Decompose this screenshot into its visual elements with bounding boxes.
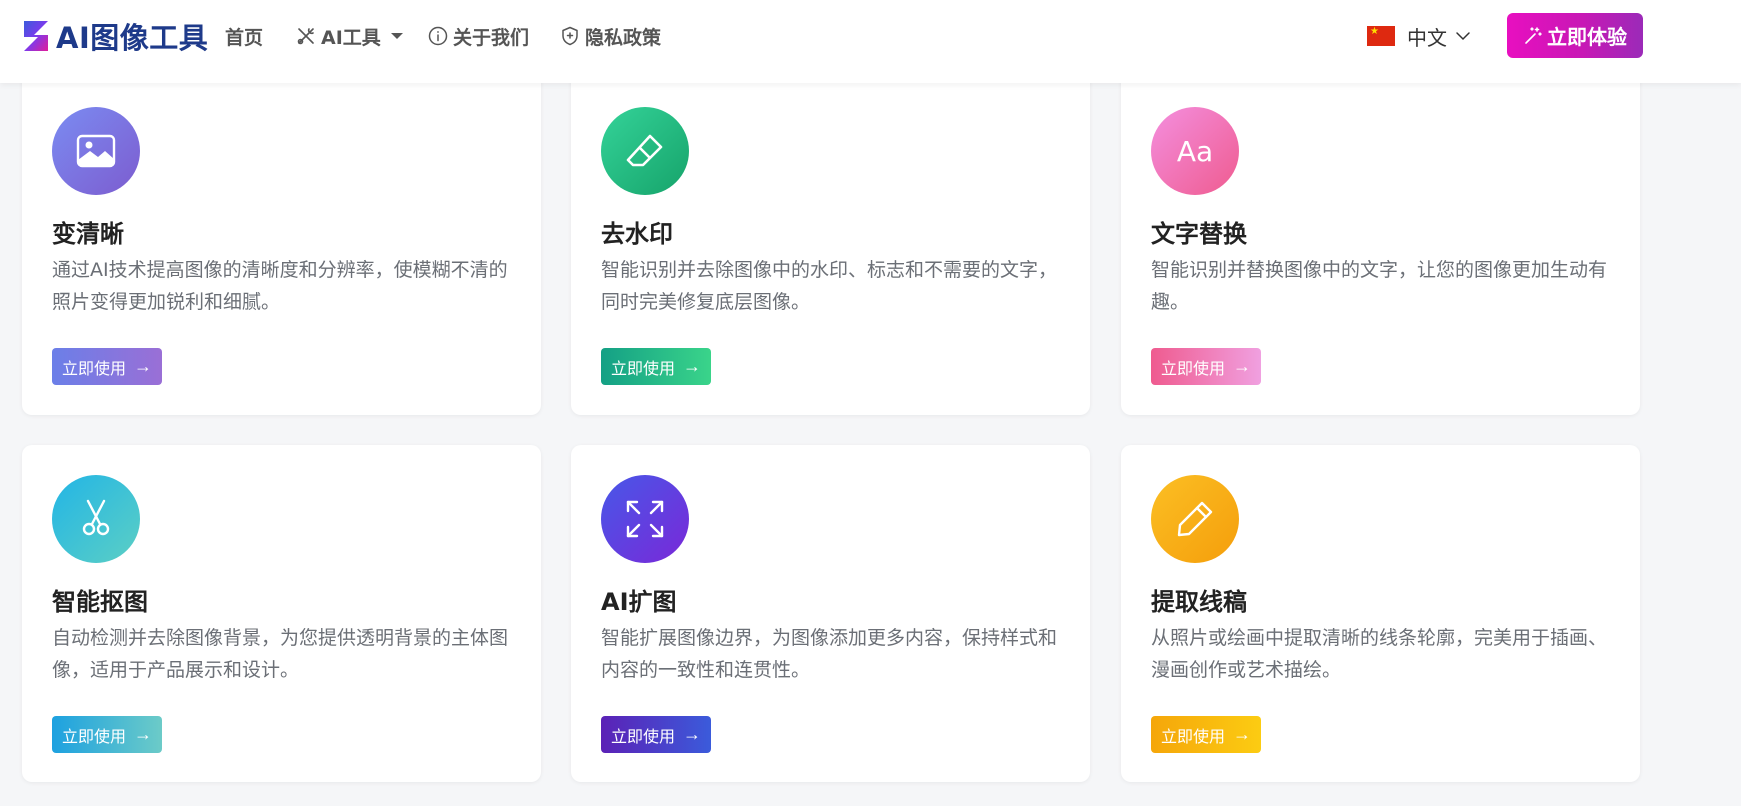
nav-privacy-policy[interactable]: 隐私政策 xyxy=(560,24,662,49)
card-description: 通过AI技术提高图像的清晰度和分辨率，使模糊不清的照片变得更加锐利和细腻。 xyxy=(52,259,508,313)
use-now-label: 立即使用 xyxy=(611,360,676,378)
arrow-right-icon: → xyxy=(683,356,702,376)
enhance-icon-badge xyxy=(52,107,140,195)
language-label: 中文 xyxy=(1407,25,1447,50)
arrow-right-icon: → xyxy=(683,724,702,744)
language-selector[interactable]: 中文 xyxy=(1367,21,1471,51)
brand-logo-link[interactable]: AI图像工具 xyxy=(20,18,209,55)
card-description: 智能识别并去除图像中的水印、标志和不需要的文字，同时完美修复底层图像。 xyxy=(601,259,1058,313)
use-now-button[interactable]: 立即使用 → xyxy=(601,348,712,385)
arrow-right-icon: → xyxy=(134,356,153,376)
card-title: 文字替换 xyxy=(1151,220,1247,248)
nav-home[interactable]: 首页 xyxy=(225,24,264,49)
use-now-label: 立即使用 xyxy=(62,728,127,746)
nav-about-us[interactable]: 关于我们 xyxy=(428,24,530,49)
use-now-button[interactable]: 立即使用 → xyxy=(1151,348,1262,385)
info-icon xyxy=(428,26,448,46)
pencil-icon xyxy=(1177,501,1213,537)
card-description: 智能扩展图像边界，为图像添加更多内容，保持样式和内容的一致性和连贯性。 xyxy=(601,627,1058,681)
card-title: AI扩图 xyxy=(601,588,677,616)
line-art-icon-badge xyxy=(1151,475,1239,563)
try-now-label: 立即体验 xyxy=(1547,27,1627,49)
arrow-right-icon: → xyxy=(1233,356,1252,376)
tool-card-line-art: 提取线稿 从照片或绘画中提取清晰的线条轮廓，完美用于插画、漫画创作或艺术描绘。 … xyxy=(1121,445,1640,782)
eraser-icon xyxy=(626,134,663,167)
use-now-button[interactable]: 立即使用 → xyxy=(601,716,712,753)
arrow-right-icon: → xyxy=(1233,724,1252,744)
magic-wand-icon xyxy=(1525,26,1542,44)
image-icon xyxy=(76,134,116,168)
china-flag-icon xyxy=(1367,26,1395,46)
use-now-button[interactable]: 立即使用 → xyxy=(52,716,163,753)
logo-icon xyxy=(24,21,48,51)
cutout-icon-badge xyxy=(52,475,140,563)
card-title: 去水印 xyxy=(601,220,673,248)
card-title: 智能抠图 xyxy=(52,588,148,616)
tool-card-outpaint: AI扩图 智能扩展图像边界，为图像添加更多内容，保持样式和内容的一致性和连贯性。… xyxy=(571,445,1090,782)
expand-icon xyxy=(626,500,664,538)
scissors-icon xyxy=(82,499,110,536)
use-now-label: 立即使用 xyxy=(1161,728,1226,746)
use-now-button[interactable]: 立即使用 → xyxy=(52,348,163,385)
card-description: 智能识别并替换图像中的文字，让您的图像更加生动有趣。 xyxy=(1151,259,1608,313)
tools-icon xyxy=(297,28,314,45)
card-title: 提取线稿 xyxy=(1151,588,1247,616)
use-now-button[interactable]: 立即使用 → xyxy=(1151,716,1262,753)
top-navbar: AI图像工具 首页 AI工具 关于我们 隐私政策 中文 立即体验 xyxy=(0,0,1741,83)
brand-name: AI图像工具 xyxy=(56,21,209,55)
text-aa-icon: Aa xyxy=(1176,134,1214,168)
tool-card-remove-watermark: 去水印 智能识别并去除图像中的水印、标志和不需要的文字，同时完美修复底层图像。 … xyxy=(571,60,1090,415)
nav-home-label: 首页 xyxy=(225,26,264,49)
nav-privacy-policy-label: 隐私政策 xyxy=(585,26,662,49)
chevron-down-icon xyxy=(390,33,403,39)
text-replace-icon-badge: Aa xyxy=(1151,107,1239,195)
card-title: 变清晰 xyxy=(52,220,124,248)
card-description: 从照片或绘画中提取清晰的线条轮廓，完美用于插画、漫画创作或艺术描绘。 xyxy=(1151,627,1608,681)
nav-ai-tools-dropdown[interactable]: AI工具 xyxy=(296,24,403,49)
use-now-label: 立即使用 xyxy=(62,360,127,378)
outpaint-icon-badge xyxy=(601,475,689,563)
tool-card-cutout: 智能抠图 自动检测并去除图像背景，为您提供透明背景的主体图像，适用于产品展示和设… xyxy=(22,445,541,782)
card-description: 自动检测并去除图像背景，为您提供透明背景的主体图像，适用于产品展示和设计。 xyxy=(52,627,509,681)
watermark-icon-badge xyxy=(601,107,689,195)
tool-card-enhance: 变清晰 通过AI技术提高图像的清晰度和分辨率，使模糊不清的照片变得更加锐利和细腻… xyxy=(22,60,541,415)
arrow-right-icon: → xyxy=(134,724,153,744)
use-now-label: 立即使用 xyxy=(1161,360,1226,378)
shield-icon xyxy=(562,26,578,46)
tool-card-text-replace: Aa 文字替换 智能识别并替换图像中的文字，让您的图像更加生动有趣。 立即使用 → xyxy=(1121,60,1640,415)
try-now-button[interactable]: 立即体验 xyxy=(1507,13,1643,58)
chevron-down-icon xyxy=(1456,32,1470,41)
nav-ai-tools-label: AI工具 xyxy=(321,26,381,49)
nav-about-us-label: 关于我们 xyxy=(453,26,530,49)
use-now-label: 立即使用 xyxy=(611,728,676,746)
